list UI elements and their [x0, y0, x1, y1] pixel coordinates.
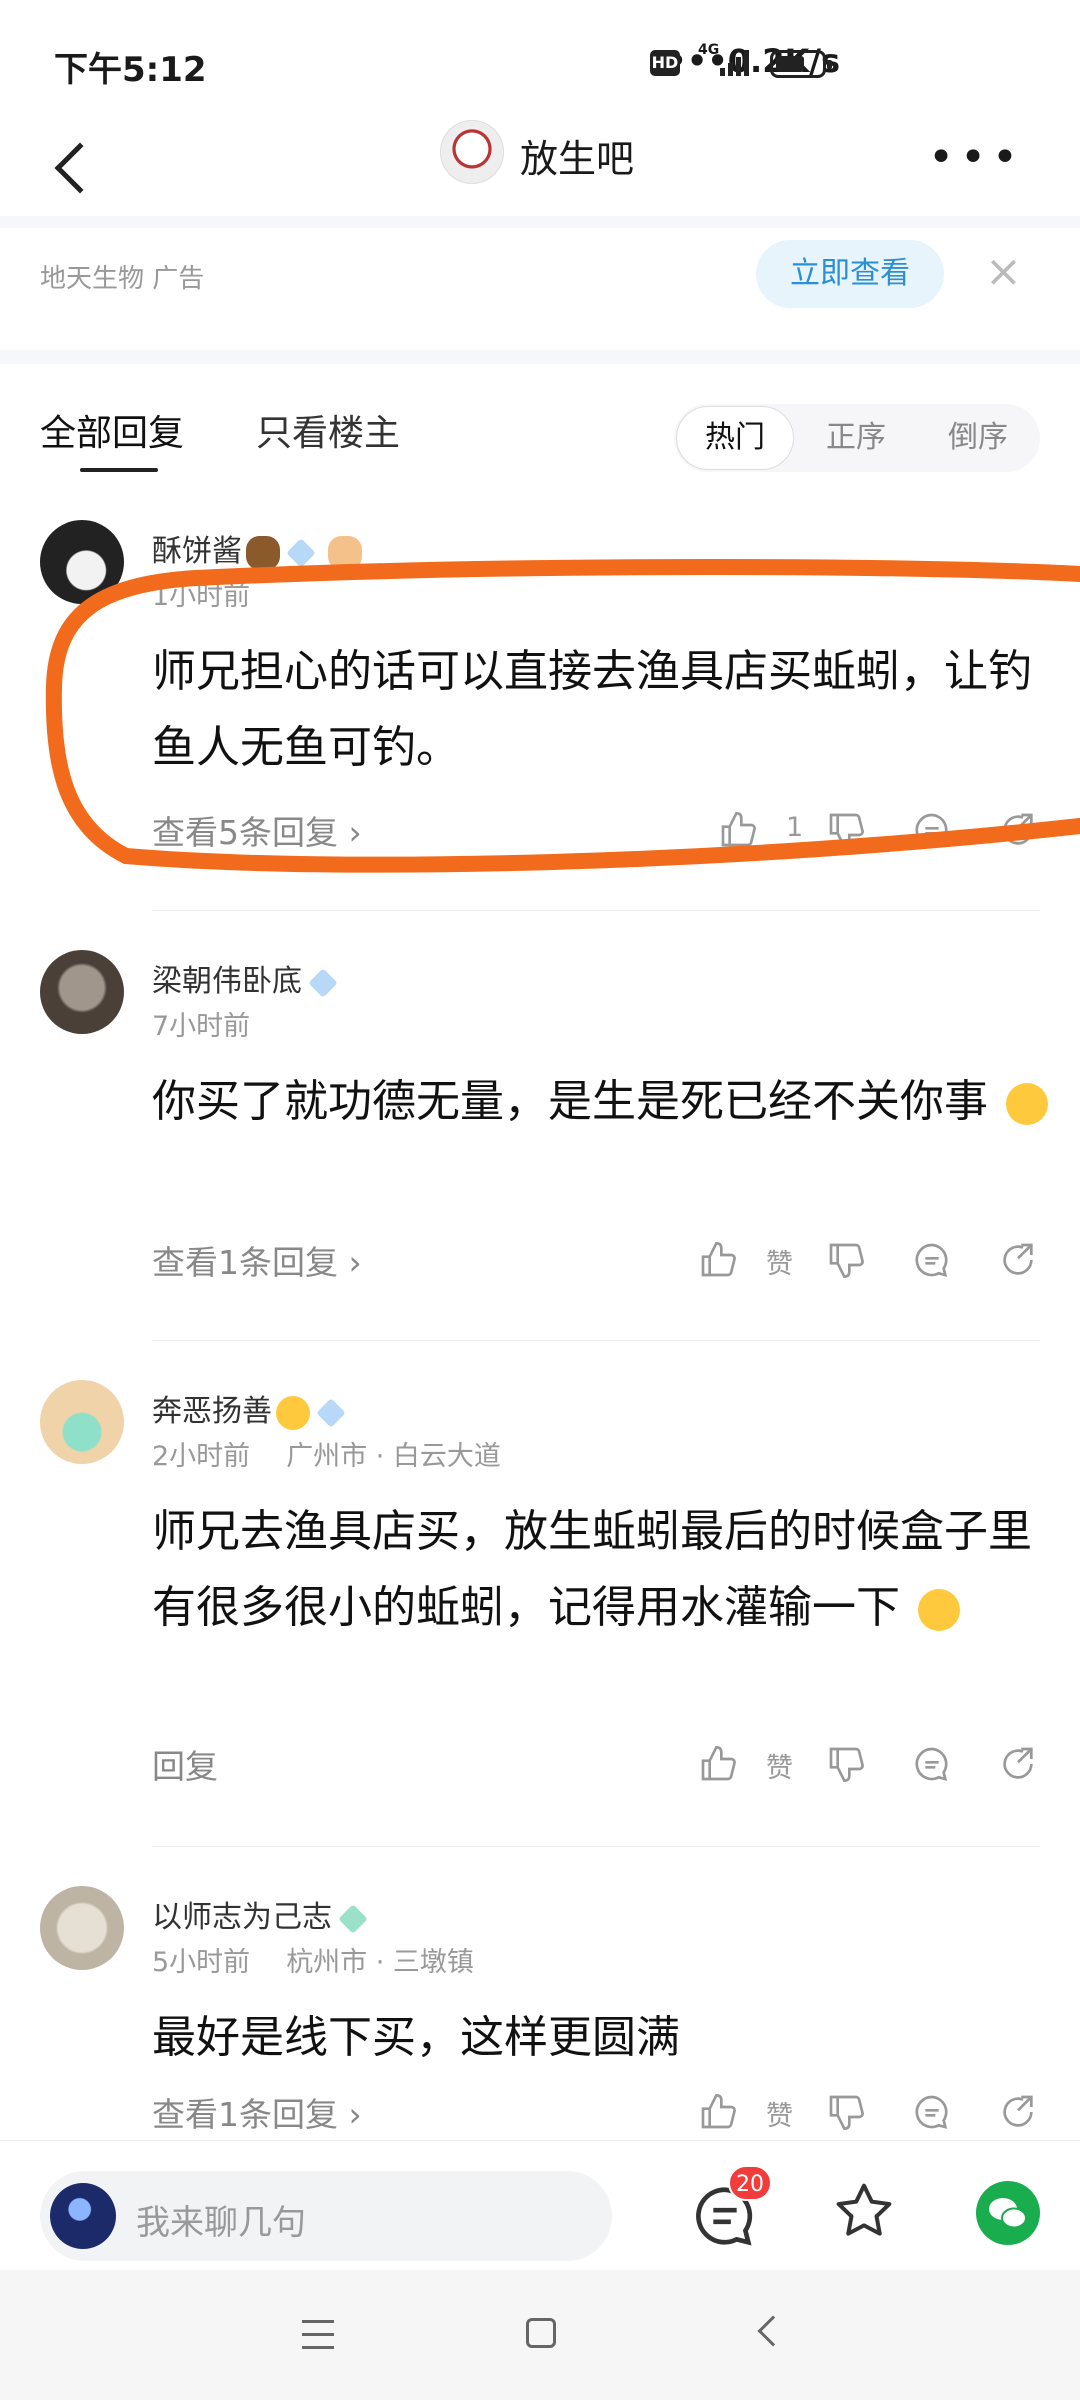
monkey-emoji-icon [246, 535, 280, 570]
reply-bubble-icon[interactable] [912, 810, 952, 850]
menu-icon[interactable] [302, 2320, 334, 2350]
section-gap [0, 350, 1080, 364]
battery-icon [770, 50, 832, 78]
reply-placeholder: 我来聊几句 [136, 2203, 306, 2243]
comment-author[interactable]: 奔恶扬善 [152, 1386, 346, 1430]
reply-bubble-icon[interactable] [912, 1240, 952, 1280]
signal-icon [720, 50, 752, 76]
comment-author[interactable]: 酥饼酱 [152, 526, 362, 570]
page-title[interactable]: 放生吧 [520, 128, 634, 183]
hd-icon: HD [650, 50, 680, 76]
divider [152, 1846, 1040, 1847]
sort-hot[interactable]: 热门 [676, 406, 794, 470]
status-bar: 下午5:12 •••0.2K/s HD 4G [0, 0, 1080, 120]
level-badge-icon [286, 537, 316, 568]
comment-actions: 查看5条回复 › 1 [0, 800, 1080, 860]
thumbs-up-icon[interactable] [698, 1240, 738, 1280]
avatar[interactable] [40, 950, 124, 1034]
reply-tabs: 全部回复 只看楼主 热门 正序 倒序 [0, 364, 1080, 484]
level-badge-icon [338, 1903, 368, 1934]
divider [152, 910, 1040, 911]
comment-time: 1小时前 [152, 581, 251, 612]
ad-banner[interactable]: 地天生物 广告 立即查看 × [0, 228, 1080, 348]
like-label: 赞 [766, 1249, 793, 1280]
comment-count-badge: 20 [728, 2165, 772, 2201]
comment-text[interactable]: 师兄去渔具店买，放生蚯蚓最后的时候盒子里有很多很小的蚯蚓，记得用水灌输一下 [152, 1494, 1048, 1646]
network-type: 4G [698, 42, 720, 58]
comment-item: 酥饼酱 1小时前 师兄担心的话可以直接去渔具店买蚯蚓，让钓鱼人无鱼可钓。 查看5… [0, 520, 1080, 900]
share-icon[interactable] [998, 810, 1038, 850]
reply-link[interactable]: 回复 [152, 1740, 218, 1788]
sort-desc[interactable]: 倒序 [948, 406, 1008, 470]
comment-location: 杭州市 · 三墩镇 [286, 1947, 474, 1978]
star-icon[interactable] [832, 2179, 896, 2243]
grinning-emoji-icon [918, 1589, 960, 1631]
tab-all-replies[interactable]: 全部回复 [40, 404, 184, 472]
thumbs-down-icon[interactable] [826, 810, 866, 850]
system-nav-bar [0, 2270, 1080, 2400]
share-icon[interactable] [998, 2092, 1038, 2132]
reply-input[interactable]: 我来聊几句 [40, 2171, 612, 2261]
comment-actions: 查看1条回复 › 赞 [0, 1230, 1080, 1290]
flushed-emoji-icon [276, 1395, 310, 1430]
comment-item: 以师志为己志 5小时前 杭州市 · 三墩镇 最好是线下买，这样更圆满 查看1条回复… [0, 1886, 1080, 2136]
home-icon[interactable] [526, 2318, 556, 2348]
ad-view-button[interactable]: 立即查看 [756, 240, 944, 308]
level-badge-icon [316, 1397, 346, 1428]
wechat-share-icon[interactable] [976, 2181, 1040, 2245]
reply-bubble-icon[interactable] [912, 1744, 952, 1784]
forum-avatar[interactable] [440, 120, 504, 184]
comment-location: 广州市 · 白云大道 [286, 1441, 501, 1472]
comment-item: 梁朝伟卧底 7小时前 你买了就功德无量，是生是死已经不关你事 查看1条回复 › … [0, 950, 1080, 1330]
thumbs-down-icon[interactable] [826, 1240, 866, 1280]
sort-asc[interactable]: 正序 [826, 406, 886, 470]
comment-meta: 5小时前 杭州市 · 三墩镇 [152, 1947, 474, 1978]
avatar[interactable] [40, 520, 124, 604]
top-nav: 放生吧 ••• [0, 120, 1080, 220]
hands-emoji-icon [328, 535, 362, 570]
comment-text[interactable]: 最好是线下买，这样更圆满 [152, 2000, 1048, 2076]
avatar [50, 2183, 116, 2249]
comment-text[interactable]: 你买了就功德无量，是生是死已经不关你事 [152, 1064, 1048, 1140]
comment-text[interactable]: 师兄担心的话可以直接去渔具店买蚯蚓，让钓鱼人无鱼可钓。 [152, 634, 1048, 786]
view-replies-link[interactable]: 查看1条回复 › [152, 1236, 362, 1284]
back-icon[interactable] [757, 2315, 789, 2347]
ad-source: 地天生物 广告 [40, 264, 205, 294]
comment-time: 7小时前 [152, 1011, 251, 1042]
like-count: 1 [786, 812, 804, 843]
avatar[interactable] [40, 1380, 124, 1464]
laughing-emoji-icon [1006, 1083, 1048, 1125]
tab-owner-only[interactable]: 只看楼主 [256, 404, 400, 456]
bottom-bar: 我来聊几句 20 [0, 2140, 1080, 2270]
comment-actions: 查看1条回复 › 赞 [0, 2082, 1080, 2142]
divider [152, 1340, 1040, 1341]
comment-meta: 2小时前 广州市 · 白云大道 [152, 1441, 501, 1472]
status-time: 下午5:12 [54, 50, 207, 90]
thumbs-up-icon[interactable] [718, 810, 758, 850]
close-icon[interactable]: × [985, 250, 1022, 294]
comment-author[interactable]: 梁朝伟卧底 [152, 956, 338, 1000]
like-label: 赞 [766, 2101, 793, 2132]
view-replies-link[interactable]: 查看5条回复 › [152, 806, 362, 854]
back-icon[interactable] [54, 142, 106, 194]
share-icon[interactable] [998, 1744, 1038, 1784]
like-label: 赞 [766, 1753, 793, 1784]
more-icon[interactable]: ••• [928, 136, 1024, 180]
avatar[interactable] [40, 1886, 124, 1970]
level-badge-icon [308, 967, 338, 998]
comment-author[interactable]: 以师志为己志 [152, 1892, 368, 1936]
thumbs-down-icon[interactable] [826, 2092, 866, 2132]
thumbs-up-icon[interactable] [698, 1744, 738, 1784]
comment-actions: 回复 赞 [0, 1734, 1080, 1794]
share-icon[interactable] [998, 1240, 1038, 1280]
comment-item: 奔恶扬善 2小时前 广州市 · 白云大道 师兄去渔具店买，放生蚯蚓最后的时候盒子里… [0, 1380, 1080, 1810]
thumbs-up-icon[interactable] [698, 2092, 738, 2132]
sort-toggle: 热门 正序 倒序 [674, 404, 1040, 472]
thumbs-down-icon[interactable] [826, 1744, 866, 1784]
section-gap [0, 216, 1080, 228]
reply-bubble-icon[interactable] [912, 2092, 952, 2132]
view-replies-link[interactable]: 查看1条回复 › [152, 2088, 362, 2136]
